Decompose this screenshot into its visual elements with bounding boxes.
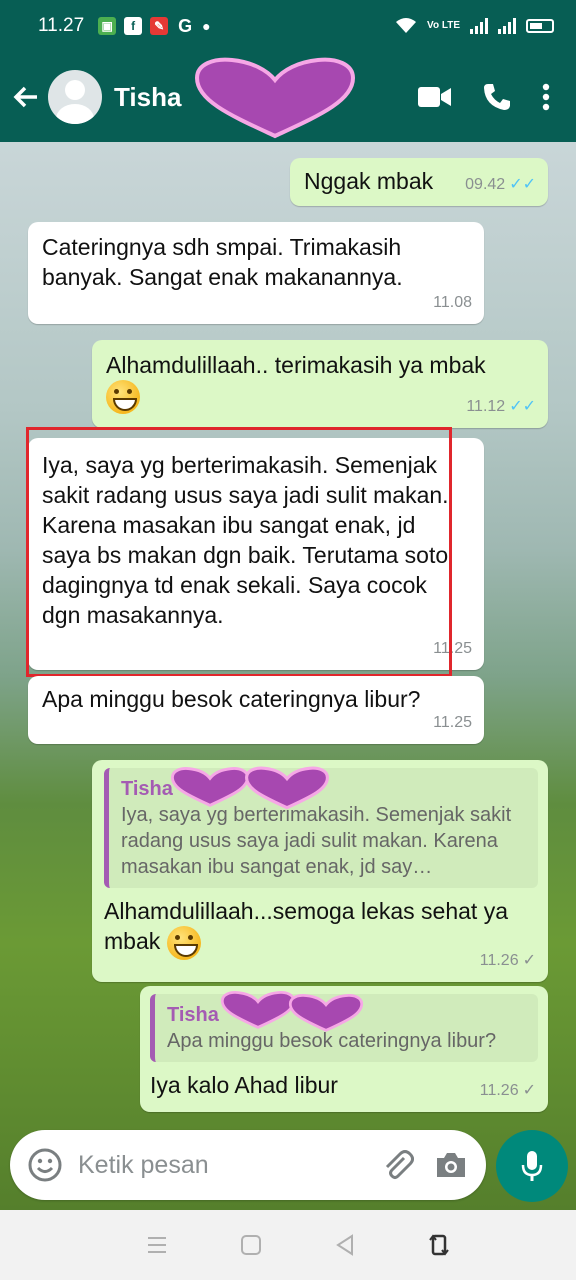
grinning-face-icon — [106, 380, 140, 414]
message-text: Apa minggu besok cateringnya libur? — [42, 686, 421, 712]
signal-icon-2 — [498, 18, 516, 34]
volte-label: Vo LTE — [427, 20, 460, 31]
message-time: 11.26 — [479, 1082, 519, 1099]
mic-icon — [521, 1151, 543, 1181]
chat-area[interactable]: Nggak mbak 09.42 ✓✓ Cateringnya sdh smpai… — [0, 142, 576, 1210]
status-time: 11.27 — [38, 15, 85, 36]
censor-heart-icon — [170, 767, 250, 807]
signal-icon — [470, 18, 488, 34]
censor-heart-icon — [288, 994, 364, 1032]
wifi-icon — [396, 18, 417, 33]
emoji-icon[interactable] — [28, 1148, 62, 1182]
back-icon[interactable] — [334, 1234, 356, 1256]
message-time: 11.12 — [466, 398, 506, 415]
grinning-face-icon — [166, 926, 201, 960]
status-bar: 11.27 ▣ f ✎ G ● Vo LTE — [0, 0, 576, 52]
google-icon: G — [178, 15, 193, 36]
video-call-icon[interactable] — [418, 85, 452, 109]
camera-icon[interactable] — [434, 1150, 468, 1180]
message-time: 09.42 — [465, 176, 506, 193]
message-text: Iya kalo Ahad libur — [150, 1072, 338, 1098]
phone-icon[interactable] — [482, 82, 512, 112]
message-bubble-incoming[interactable]: Cateringnya sdh smpai. Trimakasih banyak… — [28, 222, 484, 324]
message-bubble-outgoing[interactable]: Nggak mbak 09.42 ✓✓ — [290, 158, 548, 206]
facebook-icon: f — [124, 17, 143, 35]
highlight-box — [26, 427, 452, 677]
censor-heart-icon — [194, 57, 356, 139]
contact-name[interactable]: Tisha — [114, 82, 181, 113]
sent-tick-icon: ✓ — [522, 1082, 536, 1099]
message-text: Cateringnya sdh smpai. Trimakasih banyak… — [42, 234, 403, 290]
avatar[interactable] — [48, 70, 102, 124]
message-bubble-outgoing[interactable]: Alhamdulillaah.. terimakasih ya mbak 11.… — [92, 340, 548, 428]
message-bubble-incoming[interactable]: Apa minggu besok cateringnya libur? 11.2… — [28, 676, 484, 744]
dot-icon: ● — [202, 18, 211, 34]
censor-heart-icon — [220, 991, 296, 1029]
message-time: 11.25 — [433, 714, 472, 731]
message-text: Nggak mbak — [304, 168, 434, 194]
more-icon[interactable] — [542, 83, 550, 111]
message-input-bar[interactable]: Ketik pesan — [10, 1130, 486, 1200]
sent-tick-icon: ✓ — [522, 952, 536, 969]
quoted-text: Iya, saya yg berterimakasih. Semenjak sa… — [121, 804, 512, 878]
read-ticks-icon: ✓✓ — [509, 176, 536, 193]
message-time: 11.26 — [479, 952, 519, 969]
mic-button[interactable] — [496, 1130, 568, 1202]
menu-icon[interactable] — [146, 1235, 168, 1255]
home-icon[interactable] — [240, 1234, 262, 1256]
message-input[interactable]: Ketik pesan — [78, 1151, 380, 1180]
read-ticks-icon: ✓✓ — [509, 398, 536, 415]
battery-icon — [526, 19, 554, 33]
censor-heart-icon — [245, 766, 329, 810]
attach-icon[interactable] — [380, 1148, 414, 1182]
app-icon: ▣ — [98, 17, 117, 35]
messenger-icon: ✎ — [150, 17, 169, 35]
back-arrow-icon[interactable] — [4, 84, 48, 110]
message-time: 11.08 — [433, 294, 472, 311]
message-text: Alhamdulillaah...semoga lekas sehat ya m… — [104, 898, 509, 955]
chat-header: Tisha — [0, 52, 576, 142]
rotate-icon[interactable] — [428, 1232, 450, 1258]
message-text: Alhamdulillaah.. terimakasih ya mbak — [106, 352, 486, 378]
system-nav-bar — [0, 1210, 576, 1280]
